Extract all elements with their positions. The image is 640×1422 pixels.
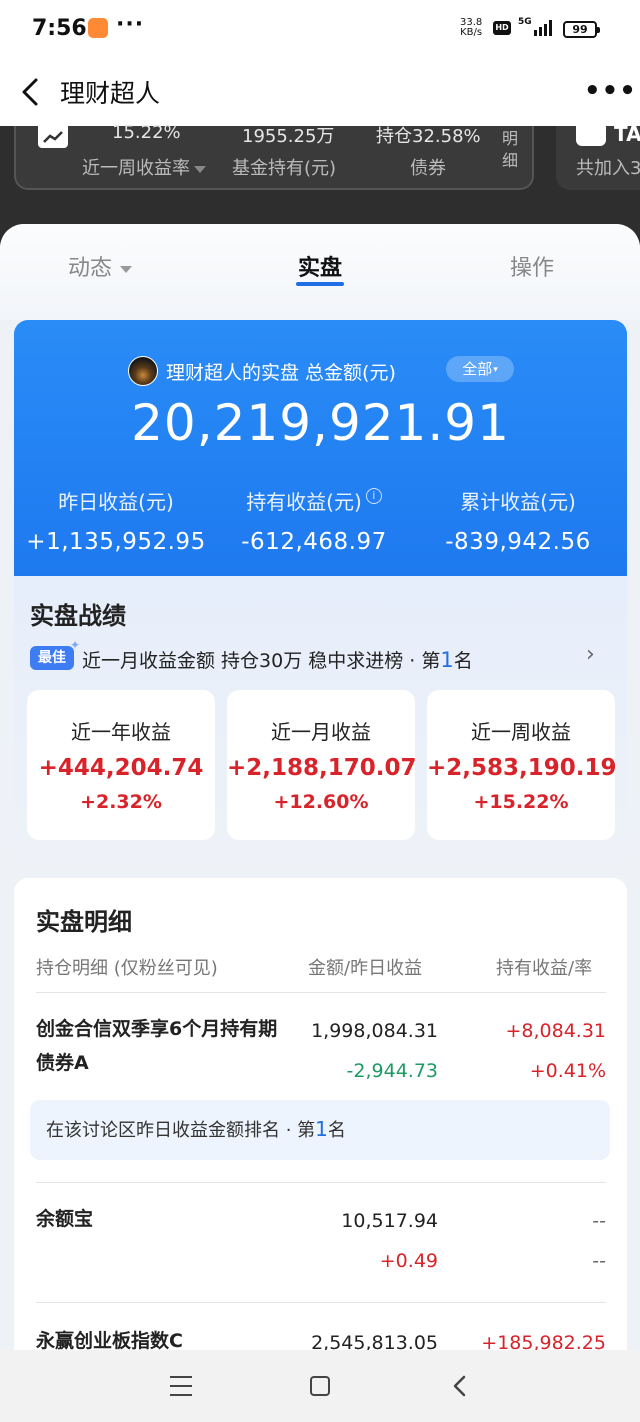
stat-value: +444,204.74 xyxy=(38,755,204,781)
holding-amount: 2,545,813.05 xyxy=(311,1332,438,1350)
fund-holding-label: 基金持有(元) xyxy=(232,158,337,179)
account-filter-dropdown[interactable]: 全部▾ xyxy=(446,356,514,382)
holding-summary-card[interactable]: 15.22% 近一周收益率 1955.25万 基金持有(元) 持仓32.58% … xyxy=(14,122,534,190)
holding-yesterday: -2,944.73 xyxy=(346,1060,438,1082)
menu-icon[interactable] xyxy=(170,1376,192,1396)
header-amount: 金额/昨日收益 xyxy=(308,958,423,979)
holding-rate: -- xyxy=(592,1250,606,1272)
nav-bar: 理财超人 ••• xyxy=(0,60,640,126)
profile-summary-area: 15.22% 近一周收益率 1955.25万 基金持有(元) 持仓32.58% … xyxy=(0,122,640,236)
stat-card-week[interactable]: 近一周收益 +2,583,190.19 +15.22% xyxy=(427,690,617,840)
holding-profit: -- xyxy=(592,1210,606,1232)
stat-label: 近一周收益 xyxy=(471,720,571,744)
divider xyxy=(36,1302,606,1303)
discussion-rank-box[interactable]: 在该讨论区昨日收益金额排名 · 第1名 xyxy=(30,1100,610,1160)
account-summary-card: 理财超人的实盘 总金额(元) 全部▾ 20,219,921.91 昨日收益(元)… xyxy=(14,320,627,576)
best-badge: 最佳 xyxy=(30,646,74,670)
more-icon[interactable]: ••• xyxy=(584,78,637,104)
side-card-label: 共加入3 xyxy=(576,158,640,179)
sparkle-icon: ✦ xyxy=(70,638,81,652)
details-title: 实盘明细 xyxy=(36,908,132,936)
bond-value: 持仓32.58% xyxy=(376,126,481,147)
yesterday-profit-label: 昨日收益(元) xyxy=(58,490,174,514)
info-icon[interactable]: i xyxy=(365,488,382,504)
trend-icon xyxy=(38,126,68,148)
stat-percent: +2.32% xyxy=(80,791,162,813)
holding-name[interactable]: 余额宝 xyxy=(36,1202,286,1236)
weekly-rate-label[interactable]: 近一周收益率 xyxy=(82,154,206,180)
holding-name[interactable]: 永赢创业板指数C xyxy=(36,1324,286,1350)
fund-holding-value: 1955.25万 xyxy=(242,126,335,147)
holding-profit: +8,084.31 xyxy=(505,1020,606,1042)
home-icon[interactable] xyxy=(310,1376,330,1396)
side-card[interactable]: TA 共加入3 xyxy=(556,122,640,190)
system-back-icon[interactable] xyxy=(450,1374,470,1398)
hd-icon: HD xyxy=(493,21,511,35)
performance-title: 实盘战绩 xyxy=(30,602,126,630)
caret-down-icon: ▾ xyxy=(493,364,498,375)
app-notification-icon xyxy=(88,18,108,38)
side-card-title: TA xyxy=(614,122,640,146)
stat-value: +2,188,170.07 xyxy=(227,755,417,781)
stat-percent: +12.60% xyxy=(273,791,369,813)
cumulative-profit-label: 累计收益(元) xyxy=(460,490,576,514)
cumulative-profit-value: -839,942.56 xyxy=(445,529,591,555)
holdings-detail-section: 实盘明细 持仓明细 (仅粉丝可见) 金额/昨日收益 持有收益/率 创金合信双季享… xyxy=(14,878,627,1350)
holding-profit-value: -612,468.97 xyxy=(241,529,387,555)
active-tab-indicator xyxy=(296,282,344,286)
holding-name[interactable]: 创金合信双季享6个月持有期债券A xyxy=(36,1012,286,1080)
chevron-right-icon[interactable]: › xyxy=(586,642,595,667)
weekly-rate-value: 15.22% xyxy=(112,122,181,143)
status-bar: 7:56 ··· 33.8 KB/s HD 5G 99 xyxy=(0,0,640,60)
divider xyxy=(36,1182,606,1183)
signal-icon xyxy=(534,20,552,36)
avatar[interactable] xyxy=(128,356,158,386)
header-holdings: 持仓明细 (仅粉丝可见) xyxy=(36,958,218,979)
discussion-rank-text: 在该讨论区昨日收益金额排名 · 第1名 xyxy=(46,1117,346,1141)
yesterday-profit: 昨日收益(元) +1,135,952.95 xyxy=(16,486,216,555)
header-profit: 持有收益/率 xyxy=(496,958,593,979)
group-icon xyxy=(576,126,606,146)
divider xyxy=(36,992,606,993)
battery-icon: 99 xyxy=(563,21,600,38)
holding-profit: +185,982.25 xyxy=(481,1332,606,1350)
total-amount: 20,219,921.91 xyxy=(131,394,510,452)
tab-operations[interactable]: 操作 xyxy=(510,250,554,282)
stat-label: 近一月收益 xyxy=(271,720,371,744)
tab-portfolio[interactable]: 实盘 xyxy=(298,250,342,282)
back-icon[interactable] xyxy=(14,74,50,110)
stat-value: +2,583,190.19 xyxy=(427,755,617,781)
page-title: 理财超人 xyxy=(60,79,161,108)
main-sheet: 动态 实盘 操作 理财超人的实盘 总金额(元) 全部▾ 20,219,921.9… xyxy=(0,224,640,1350)
holding-yesterday: +0.49 xyxy=(379,1250,438,1272)
holding-profit: 持有收益(元) i -612,468.97 xyxy=(214,486,414,555)
stat-card-year[interactable]: 近一年收益 +444,204.74 +2.32% xyxy=(27,690,215,840)
stat-percent: +15.22% xyxy=(473,791,569,813)
holding-amount: 1,998,084.31 xyxy=(311,1020,438,1042)
net-speed-unit: KB/s xyxy=(460,27,483,38)
system-nav-bar xyxy=(0,1350,640,1422)
stat-label: 近一年收益 xyxy=(71,720,171,744)
yesterday-profit-value: +1,135,952.95 xyxy=(26,529,206,555)
chevron-down-icon xyxy=(120,265,133,273)
performance-section: 实盘战绩 最佳 ✦ 近一月收益金额 持仓30万 稳中求进榜 · 第1名 › 近一… xyxy=(14,576,627,858)
holding-rate: +0.41% xyxy=(529,1060,606,1082)
detail-link[interactable]: 明细 xyxy=(502,128,522,172)
tab-bar: 动态 实盘 操作 xyxy=(0,224,640,320)
network-speed: 33.8 KB/s xyxy=(460,18,482,38)
bond-label: 债券 xyxy=(410,158,446,179)
performance-rank-link[interactable]: 近一月收益金额 持仓30万 稳中求进榜 · 第1名 xyxy=(82,646,473,673)
holding-profit-label: 持有收益(元) i xyxy=(214,486,414,515)
more-notifications-icon: ··· xyxy=(116,12,145,37)
tab-dynamics[interactable]: 动态 xyxy=(68,250,133,282)
holding-amount: 10,517.94 xyxy=(341,1210,438,1232)
account-title: 理财超人的实盘 总金额(元) xyxy=(166,362,396,384)
stat-card-month[interactable]: 近一月收益 +2,188,170.07 +12.60% xyxy=(227,690,417,840)
status-time: 7:56 xyxy=(32,16,87,41)
cumulative-profit: 累计收益(元) -839,942.56 xyxy=(418,486,618,555)
